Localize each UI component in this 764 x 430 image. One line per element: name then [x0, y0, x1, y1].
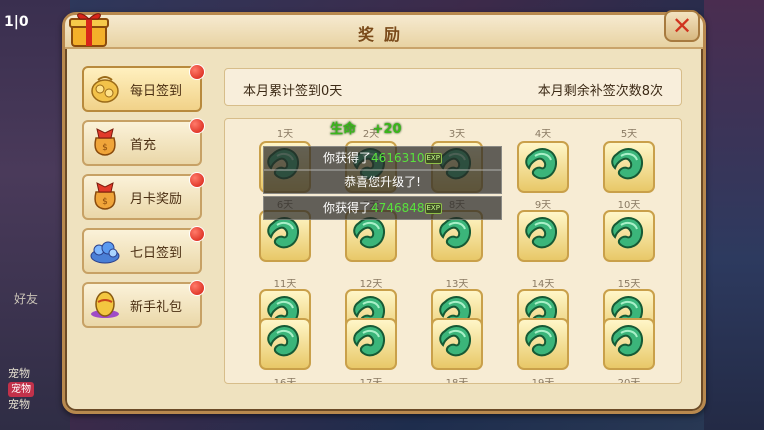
- jade-charm-icon: [523, 215, 563, 257]
- reward-slot: [517, 141, 569, 193]
- day-label: 9天: [534, 200, 552, 211]
- reward-slot: [603, 210, 655, 262]
- notification-dot: [189, 280, 205, 296]
- sidebar-item-label: 每日签到: [130, 83, 183, 99]
- reward-day-cell[interactable]: 17天: [341, 318, 401, 384]
- sidebar: 每日签到 $ 首充 $ 月卡奖励七日签到新手礼包: [82, 64, 206, 336]
- reward-slot: [259, 318, 311, 370]
- pet-label: 宠物: [8, 367, 30, 380]
- sidebar-item-label: 首充: [130, 137, 157, 153]
- gift-box-icon: [69, 13, 109, 47]
- day-label: 16天: [273, 378, 297, 384]
- exp-icon: EXP: [424, 203, 442, 214]
- day-label: 13天: [445, 279, 469, 290]
- hp-gain-popup: 生命 +20: [330, 118, 402, 137]
- sidebar-item-label: 月卡奖励: [130, 191, 183, 207]
- reward-day-cell[interactable]: 20天: [599, 318, 659, 384]
- day-label: 10天: [617, 200, 641, 211]
- notification-dot: [189, 226, 205, 242]
- reward-toast: 你获得了4746848 EXP: [263, 196, 502, 220]
- reward-day-cell[interactable]: 18天: [427, 318, 487, 384]
- friends-label[interactable]: 好友: [14, 290, 38, 307]
- close-icon: ✕: [671, 12, 693, 40]
- reward-toast: 恭喜您升级了!: [263, 170, 502, 194]
- exp-icon: EXP: [424, 153, 442, 164]
- reward-day-cell[interactable]: 10天: [599, 194, 659, 262]
- dialog-title: 奖励: [357, 25, 410, 44]
- reward-slot: [431, 318, 483, 370]
- reward-slot: [517, 318, 569, 370]
- reward-day-cell[interactable]: 19天: [513, 318, 573, 384]
- sidebar-item-label: 新手礼包: [130, 299, 183, 315]
- notification-dot: [189, 118, 205, 134]
- jade-charm-icon: [351, 215, 391, 257]
- remaining-makeup-count: 本月剩余补签次数8次: [537, 84, 663, 99]
- day-label: 14天: [531, 279, 555, 290]
- reward-slot: [603, 318, 655, 370]
- svg-text:$: $: [102, 143, 108, 153]
- background-right: [704, 0, 764, 430]
- golden-egg-icon: [84, 286, 122, 324]
- day-label: 5天: [620, 129, 638, 140]
- reward-day-cell[interactable]: 4天: [513, 119, 573, 193]
- jade-charm-icon: [609, 215, 649, 257]
- jade-charm-icon: [265, 323, 305, 365]
- sidebar-item-label: 七日签到: [130, 245, 183, 261]
- jade-charm-icon: [351, 323, 391, 365]
- svg-text:$: $: [102, 197, 108, 207]
- pet-tag: 宠物: [8, 382, 34, 397]
- money-sack-icon: $: [84, 124, 122, 162]
- toast-text: 恭喜您升级了!: [344, 175, 421, 189]
- coin-bag-icon: [84, 70, 122, 108]
- reward-toast: 你获得了4616310 EXP: [263, 146, 502, 170]
- sidebar-item-1[interactable]: $ 首充: [82, 118, 205, 166]
- notification-dot: [189, 64, 205, 80]
- day-label: 20天: [617, 378, 641, 384]
- reward-slot: [345, 318, 397, 370]
- day-label: 1天: [276, 129, 294, 140]
- reward-day-cell[interactable]: 16天: [255, 318, 315, 384]
- reward-day-cell[interactable]: 9天: [513, 194, 573, 262]
- sidebar-item-0[interactable]: 每日签到: [82, 64, 205, 112]
- day-label: 17天: [359, 378, 383, 384]
- money-sack-icon: $: [84, 178, 122, 216]
- jade-charm-icon: [437, 215, 477, 257]
- reward-slot: [603, 141, 655, 193]
- monthly-signin-count: 本月累计签到0天: [243, 84, 343, 99]
- close-button[interactable]: ✕: [664, 10, 700, 42]
- title-bar: 奖励: [65, 15, 703, 49]
- hud-level: 1|0: [4, 14, 29, 30]
- reward-day-cell[interactable]: 5天: [599, 119, 659, 193]
- pet-label-2: 宠物: [8, 398, 30, 411]
- jade-charm-icon: [609, 323, 649, 365]
- toast-text: 你获得了: [323, 201, 372, 215]
- blue-treasure-icon: [84, 232, 122, 270]
- day-label: 11天: [273, 279, 297, 290]
- day-label: 19天: [531, 378, 555, 384]
- sidebar-item-4[interactable]: 新手礼包: [82, 280, 205, 328]
- jade-charm-icon: [437, 323, 477, 365]
- jade-charm-icon: [609, 146, 649, 188]
- jade-charm-icon: [523, 146, 563, 188]
- day-label: 4天: [534, 129, 552, 140]
- notification-dot: [189, 172, 205, 188]
- toast-text: 你获得了: [323, 151, 372, 165]
- day-label: 15天: [617, 279, 641, 290]
- hp-gain-value: +20: [372, 122, 402, 137]
- jade-charm-icon: [265, 215, 305, 257]
- sign-in-summary: 本月累计签到0天 本月剩余补签次数8次: [224, 68, 682, 106]
- day-label: 18天: [445, 378, 469, 384]
- toast-number: 4746848: [371, 201, 425, 215]
- hp-gain-label: 生命: [330, 122, 357, 137]
- day-label: 3天: [448, 129, 466, 140]
- sidebar-item-2[interactable]: $ 月卡奖励: [82, 172, 205, 220]
- day-label: 12天: [359, 279, 383, 290]
- toast-number: 4616310: [371, 151, 425, 165]
- jade-charm-icon: [523, 323, 563, 365]
- pet-panel[interactable]: 宠物 宠物 宠物: [8, 366, 34, 412]
- reward-slot: [517, 210, 569, 262]
- sidebar-item-3[interactable]: 七日签到: [82, 226, 205, 274]
